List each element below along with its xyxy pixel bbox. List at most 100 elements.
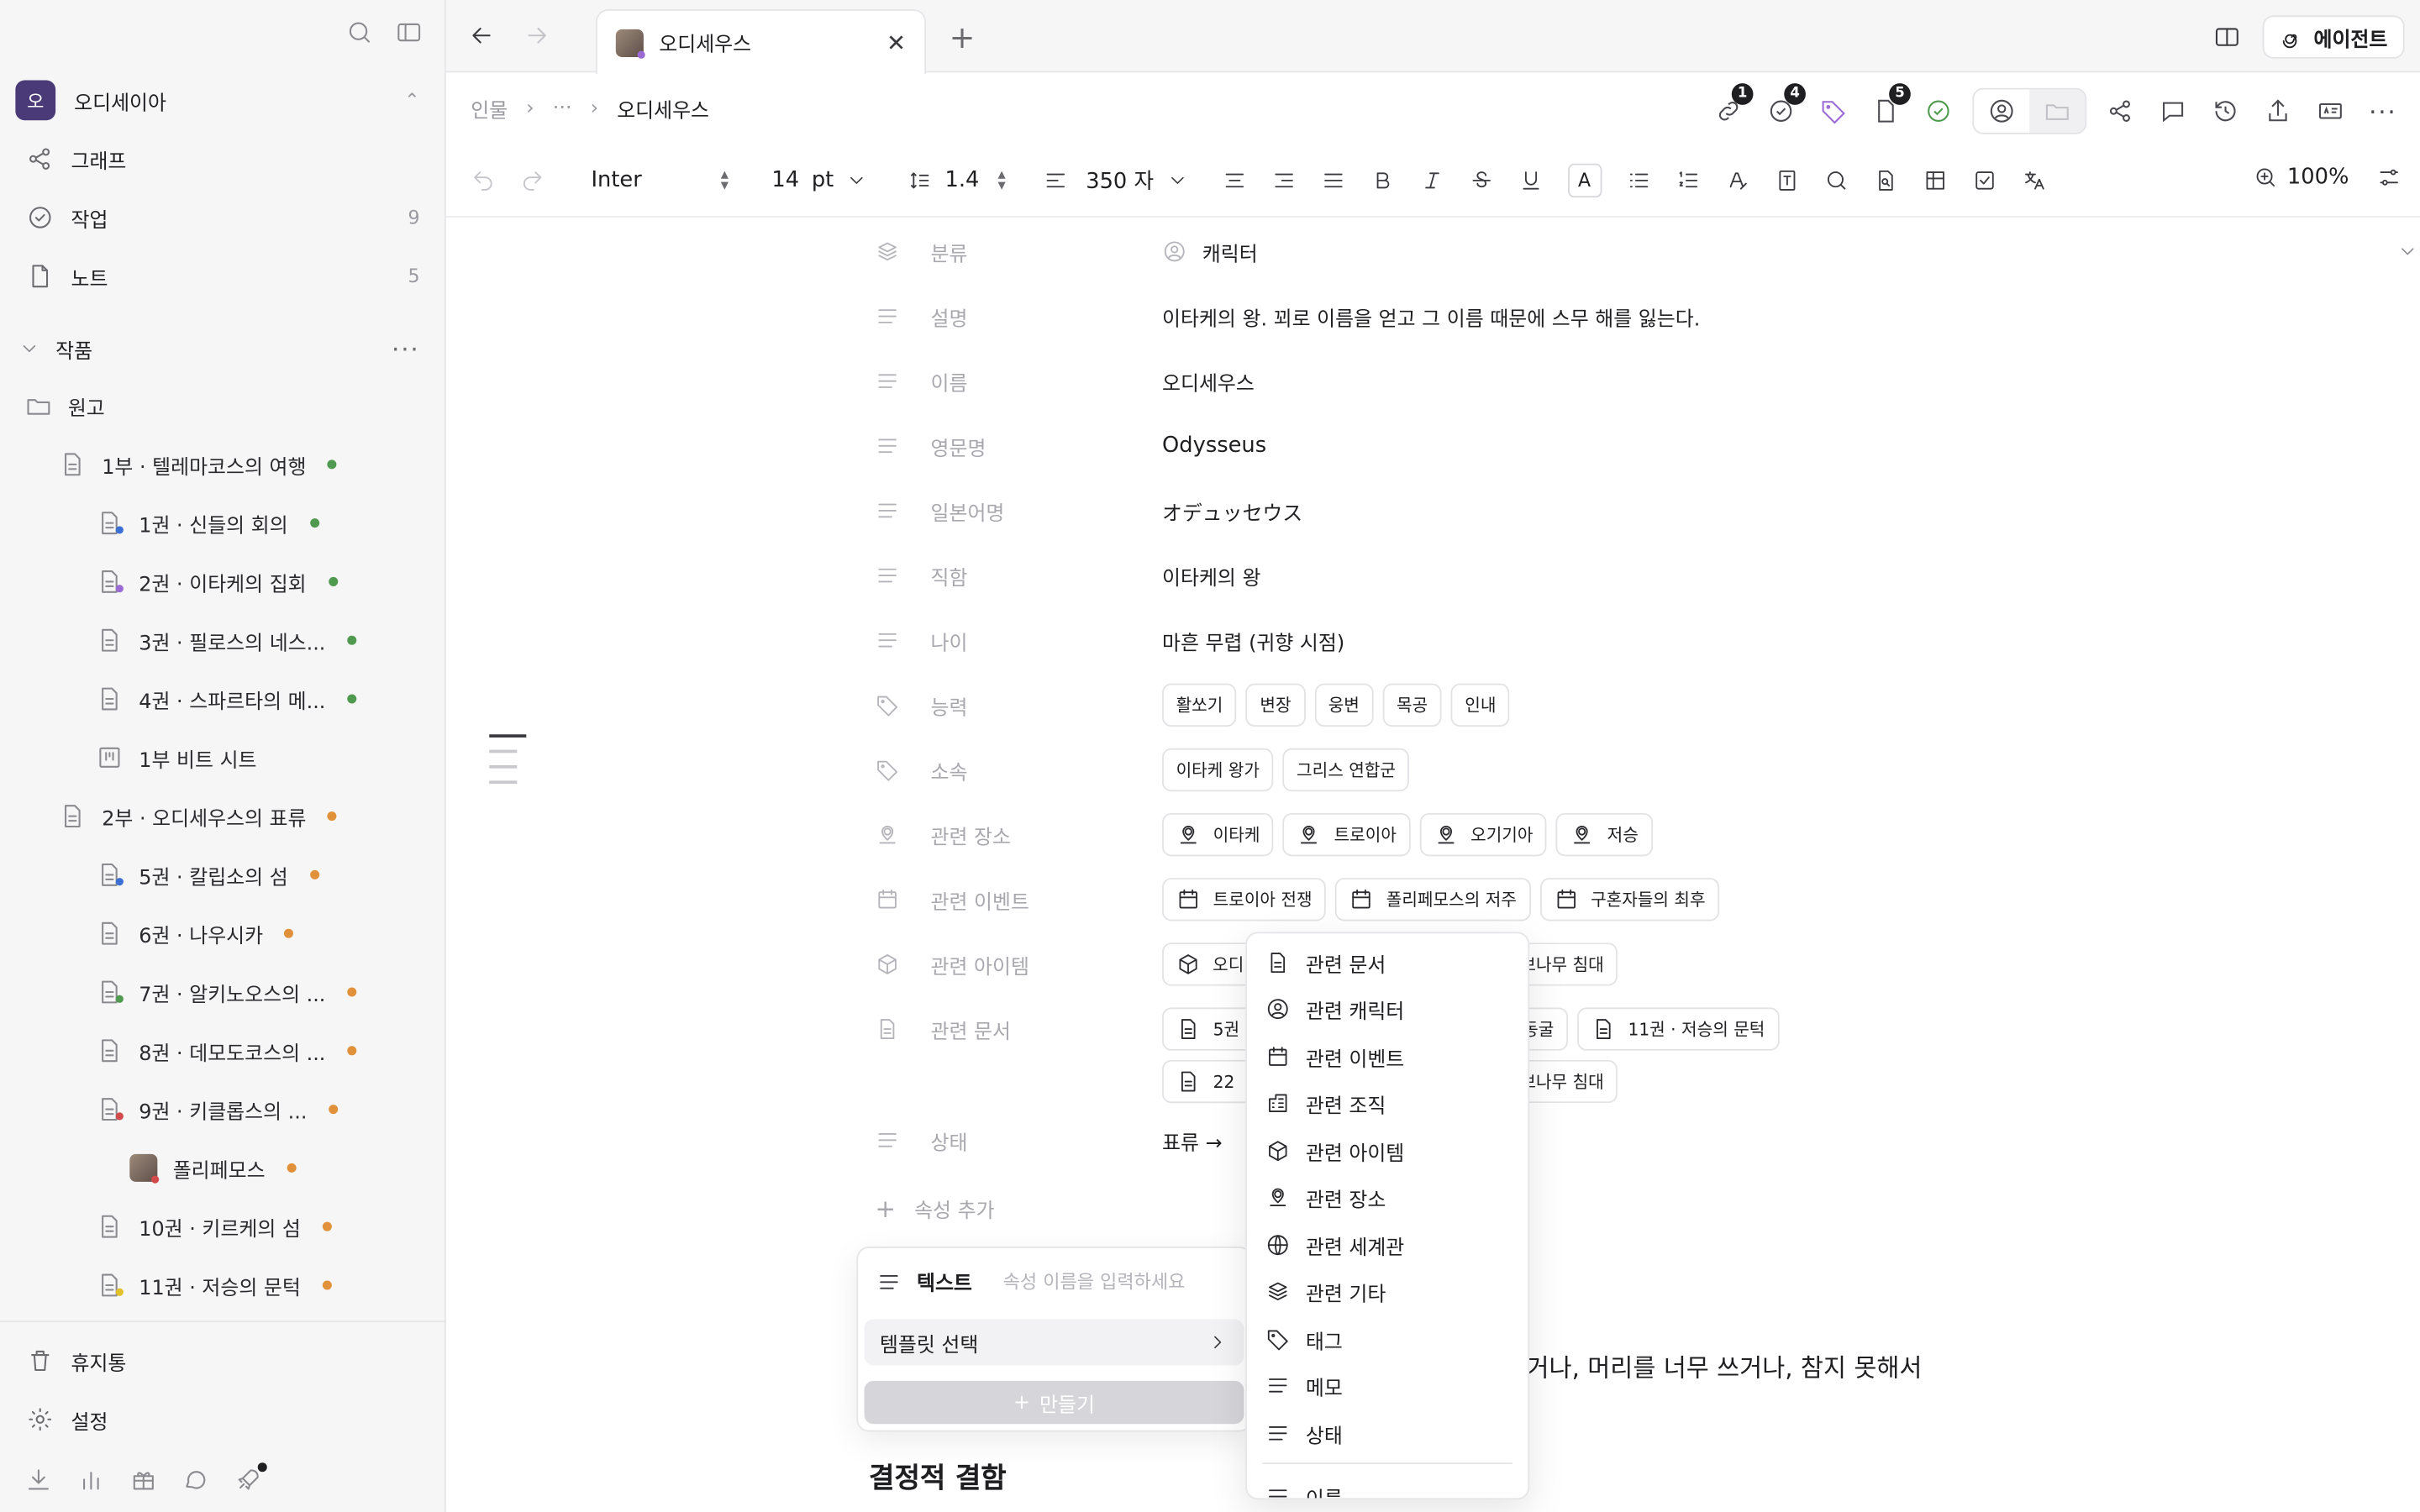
settings-sliders-icon[interactable] xyxy=(2377,165,2402,190)
tree-item[interactable]: 2권 · 이타케의 집회 xyxy=(96,559,338,605)
tag-chip[interactable]: 변장 xyxy=(1245,683,1306,727)
outline-indicator[interactable] xyxy=(489,734,527,795)
sidebar-item-tasks[interactable]: 작업 9 xyxy=(24,194,420,240)
id-card-icon[interactable] xyxy=(2312,92,2349,129)
prop-value[interactable]: 이타케의 왕. 꾀로 이름을 얻고 그 이름 때문에 스무 해를 잃는다. xyxy=(1162,302,1700,331)
prop-value[interactable]: Odysseus xyxy=(1162,433,1266,458)
tree-item[interactable]: 1부 · 텔레마코스의 여행 xyxy=(59,441,338,487)
prop-value[interactable]: 마흔 무렵 (귀향 시점) xyxy=(1162,626,1344,655)
place-chip[interactable]: 오기기아 xyxy=(1419,812,1548,857)
prop-value[interactable]: 오디세우스 xyxy=(1162,366,1255,396)
zoom-control[interactable]: 100% xyxy=(2254,165,2402,190)
agent-button[interactable]: 에이전트 xyxy=(2262,15,2405,59)
chevron-updown-icon[interactable]: ▴ ▾ xyxy=(721,167,729,193)
comment-icon[interactable] xyxy=(2154,92,2191,129)
tree-item[interactable]: 9권 · 키클롭스의 ... xyxy=(96,1086,339,1132)
history-icon[interactable] xyxy=(2207,92,2244,129)
place-chip[interactable]: 이타케 xyxy=(1162,812,1274,857)
prop-value[interactable]: 이타케의 왕 xyxy=(1162,561,1260,591)
tag-chip[interactable]: 이타케 왕가 xyxy=(1162,748,1274,792)
font-family-select[interactable]: Inter xyxy=(591,168,714,192)
dropdown-item-related-events[interactable]: 관련 이벤트 xyxy=(1265,1034,1404,1080)
translate-icon[interactable] xyxy=(2021,168,2045,192)
more-icon[interactable]: ··· xyxy=(392,334,420,364)
strikethrough-icon[interactable] xyxy=(1469,168,1493,192)
search-icon[interactable] xyxy=(1823,168,1848,192)
place-chip[interactable]: 트로이아 xyxy=(1282,812,1411,857)
tree-item[interactable]: 2부 · 오디세우스의 표류 xyxy=(59,793,338,839)
file-search-icon[interactable] xyxy=(1873,168,1897,192)
dropdown-item-name[interactable]: 이름 xyxy=(1265,1473,1343,1498)
workspace-switcher[interactable]: 오 오디세이아 ⌃ xyxy=(15,80,420,121)
section-works-header[interactable]: 작품 ··· xyxy=(18,327,420,370)
search-icon[interactable] xyxy=(345,18,373,46)
redo-icon[interactable] xyxy=(520,168,544,192)
more-icon[interactable]: ··· xyxy=(2365,92,2402,129)
chat-icon[interactable] xyxy=(182,1466,210,1494)
split-view-icon[interactable] xyxy=(2213,24,2241,51)
tag-chip[interactable]: 목공 xyxy=(1382,683,1442,727)
event-chip[interactable]: 폴리페모스의 저주 xyxy=(1335,878,1531,921)
file-icon[interactable]: 5 xyxy=(1867,83,1911,129)
new-tab-button[interactable]: + xyxy=(950,18,976,55)
bullet-list-icon[interactable] xyxy=(1626,168,1650,192)
text-lines-icon[interactable] xyxy=(876,1269,901,1294)
dropdown-item-status[interactable]: 상태 xyxy=(1265,1410,1343,1457)
create-button[interactable]: + 만들기 xyxy=(864,1380,1244,1425)
download-icon[interactable] xyxy=(24,1466,52,1494)
text-color-icon[interactable]: A xyxy=(1567,163,1602,198)
clear-format-icon[interactable] xyxy=(1725,168,1749,192)
tree-item[interactable]: 1권 · 신들의 회의 xyxy=(96,500,319,546)
dropdown-item-related-characters[interactable]: 관련 캐릭터 xyxy=(1265,986,1404,1032)
share-icon[interactable] xyxy=(2260,92,2296,129)
numbered-list-icon[interactable] xyxy=(1676,168,1700,192)
template-select[interactable]: 템플릿 선택 xyxy=(864,1319,1244,1366)
text-box-icon[interactable] xyxy=(1774,168,1798,192)
dropdown-item-related-other[interactable]: 관련 기타 xyxy=(1265,1268,1386,1315)
sidebar-item-graph[interactable]: 그래프 xyxy=(24,136,419,182)
dropdown-item-related-organizations[interactable]: 관련 조직 xyxy=(1265,1080,1386,1126)
dropdown-item-memo[interactable]: 메모 xyxy=(1265,1362,1343,1409)
align-justify-icon[interactable] xyxy=(1320,168,1344,192)
dropdown-item-related-worldbuilding[interactable]: 관련 세계관 xyxy=(1265,1222,1404,1268)
breadcrumb-root[interactable]: 인물 xyxy=(471,94,508,123)
arrow-left-icon[interactable] xyxy=(468,22,496,50)
prop-value[interactable]: 캐릭터 xyxy=(1162,237,2396,266)
property-name-input[interactable] xyxy=(1002,1270,1204,1293)
tree-item[interactable]: 5권 · 칼립소의 섬 xyxy=(96,852,319,898)
tag-chip[interactable]: 웅변 xyxy=(1314,683,1374,727)
breadcrumb-current[interactable]: 오디세우스 xyxy=(617,94,709,123)
tree-item[interactable]: 6권 · 나우시카 xyxy=(96,911,294,957)
sidebar-item-trash[interactable]: 휴지통 xyxy=(24,1337,419,1383)
sidebar-item-settings[interactable]: 설정 xyxy=(24,1396,419,1442)
add-property-button[interactable]: + 속성 추가 xyxy=(875,1194,994,1224)
task-check-icon[interactable]: 4 xyxy=(1763,83,1806,129)
tree-item-folder[interactable]: 원고 xyxy=(24,383,105,429)
place-chip[interactable]: 저승 xyxy=(1556,812,1653,857)
tag-chip[interactable]: 그리스 연합군 xyxy=(1282,748,1410,792)
graph-icon[interactable] xyxy=(2102,92,2139,129)
breadcrumb-ellipsis[interactable]: ··· xyxy=(553,97,572,121)
tree-item[interactable]: 4권 · 스파르타의 메... xyxy=(96,675,357,722)
checkbox-icon[interactable] xyxy=(1972,168,1996,192)
event-chip[interactable]: 트로이아 전쟁 xyxy=(1162,878,1327,921)
link-icon[interactable]: 1 xyxy=(1710,83,1754,129)
event-chip[interactable]: 구혼자들의 최후 xyxy=(1539,878,1720,921)
arrow-right-icon[interactable] xyxy=(523,22,551,50)
doc-chip[interactable]: 22 xyxy=(1162,1059,1258,1104)
prop-value[interactable]: 표류 → xyxy=(1162,1126,1223,1155)
underline-icon[interactable] xyxy=(1518,168,1543,192)
item-chip[interactable]: 오디 xyxy=(1162,942,1258,986)
tag-chip[interactable]: 인내 xyxy=(1450,683,1510,727)
tree-item[interactable]: 8권 · 데모도코스의 ... xyxy=(96,1027,357,1074)
sidebar-toggle-icon[interactable] xyxy=(395,18,423,46)
chevron-down-icon[interactable] xyxy=(2396,241,2418,263)
property-type-label[interactable]: 텍스트 xyxy=(917,1267,972,1296)
dropdown-item-related-places[interactable]: 관련 장소 xyxy=(1265,1174,1386,1221)
close-icon[interactable]: ✕ xyxy=(886,29,906,56)
tag-chip[interactable]: 활쏘기 xyxy=(1162,683,1237,727)
tab-odysseus[interactable]: 오디세우스 ✕ xyxy=(595,9,927,75)
table-icon[interactable] xyxy=(1923,168,1947,192)
line-height-select[interactable]: 1.4 ▴ ▾ xyxy=(908,167,1006,194)
tree-item[interactable]: 1부 비트 시트 xyxy=(96,734,257,780)
